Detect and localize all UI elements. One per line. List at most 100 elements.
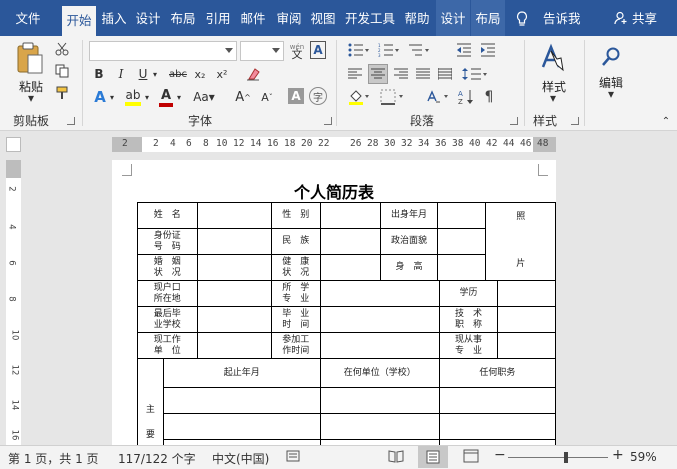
font-launcher-icon[interactable] <box>324 117 332 125</box>
cell-birth-label[interactable]: 出身年月 <box>380 202 438 229</box>
enclose-characters-icon[interactable]: 字 <box>309 87 327 105</box>
tab-file[interactable]: 文件 <box>6 0 50 36</box>
horizontal-ruler[interactable]: 2 2 4 6 8 10 12 14 16 18 20 22 26 28 30 … <box>112 137 556 152</box>
increase-indent-icon[interactable] <box>478 41 498 59</box>
cut-icon[interactable] <box>53 40 71 58</box>
sort-icon[interactable]: AZ <box>456 88 476 106</box>
cell-ethnic-label[interactable]: 民 族 <box>270 228 321 255</box>
table-cell[interactable] <box>196 306 272 333</box>
chevron-down-icon[interactable]: ▾ <box>108 88 116 106</box>
cell-health-label[interactable]: 健 康状 况 <box>270 254 321 281</box>
tab-review[interactable]: 审阅 <box>274 0 304 36</box>
character-border-icon[interactable]: A <box>310 41 326 59</box>
cell-political-label[interactable]: 政治面貌 <box>380 228 438 255</box>
line-spacing-icon[interactable] <box>460 65 490 83</box>
cell-name-label[interactable]: 姓 名 <box>137 202 198 229</box>
tab-help[interactable]: 帮助 <box>402 0 432 36</box>
character-shading-icon[interactable]: A <box>288 88 304 104</box>
table-cell[interactable] <box>196 228 272 255</box>
shading-icon[interactable] <box>346 88 372 106</box>
change-case-icon[interactable]: Aa▾ <box>192 88 216 106</box>
cell-education-label[interactable]: 学历 <box>438 280 499 307</box>
cell-period-header[interactable]: 起止年月 <box>162 358 321 388</box>
show-formatting-marks-icon[interactable]: ¶ <box>480 88 498 106</box>
cell-gradtime-label[interactable]: 毕 业时 间 <box>270 306 321 333</box>
table-cell[interactable] <box>196 280 272 307</box>
tab-developer[interactable]: 开发工具 <box>342 0 398 36</box>
table-cell[interactable] <box>319 306 440 333</box>
styles-icon[interactable] <box>538 42 568 74</box>
table-cell[interactable] <box>438 387 556 414</box>
cell-position-header[interactable]: 任何职务 <box>438 358 556 388</box>
numbering-icon[interactable]: 123 <box>376 41 402 59</box>
tab-selector[interactable] <box>6 137 21 152</box>
tab-design[interactable]: 设计 <box>134 0 162 36</box>
clipboard-launcher-icon[interactable] <box>67 117 75 125</box>
table-cell[interactable] <box>436 228 487 255</box>
bullets-icon[interactable] <box>346 41 372 59</box>
borders-icon[interactable] <box>378 88 408 106</box>
table-cell[interactable] <box>196 254 272 281</box>
cell-worktime-label[interactable]: 参加工 作时间 <box>270 332 321 359</box>
share-button[interactable]: 共享 <box>632 0 657 36</box>
italic-icon[interactable]: I <box>114 66 128 82</box>
cell-unit-header[interactable]: 在何单位（学校） <box>319 358 440 388</box>
text-effects-icon[interactable]: A <box>92 88 108 106</box>
cell-id-label[interactable]: 身份证号 码 <box>137 228 198 255</box>
chevron-down-icon[interactable]: ▾ <box>150 66 160 82</box>
align-right-icon[interactable] <box>392 65 410 83</box>
superscript-icon[interactable]: x² <box>214 66 230 82</box>
decrease-indent-icon[interactable] <box>454 41 474 59</box>
cell-side-label[interactable]: 主 要 <box>137 358 164 445</box>
table-cell[interactable] <box>319 332 440 359</box>
phonetic-guide-button[interactable]: wén 文 <box>286 39 308 63</box>
tell-me-search[interactable]: 告诉我 <box>543 0 581 36</box>
tab-table-layout[interactable]: 布局 <box>471 0 505 36</box>
bold-icon[interactable]: B <box>92 66 106 82</box>
font-color-icon[interactable]: A <box>158 86 174 108</box>
chevron-down-icon[interactable]: ▾ <box>175 88 183 106</box>
copy-icon[interactable] <box>53 62 71 80</box>
word-count[interactable]: 117/122 个字 <box>118 450 196 467</box>
tab-references[interactable]: 引用 <box>203 0 233 36</box>
table-cell[interactable] <box>436 202 487 229</box>
chevron-down-icon[interactable]: ▾ <box>549 91 557 105</box>
table-cell[interactable] <box>162 387 321 414</box>
grow-font-icon[interactable]: A ^ <box>234 88 252 106</box>
table-cell[interactable] <box>497 280 556 307</box>
paragraph-launcher-icon[interactable] <box>510 117 518 125</box>
zoom-in-button[interactable]: + <box>612 447 624 463</box>
print-layout-icon[interactable] <box>418 446 448 468</box>
highlight-color-icon[interactable]: ab <box>124 86 142 108</box>
table-cell[interactable] <box>319 202 382 229</box>
format-painter-icon[interactable] <box>53 84 71 102</box>
table-cell[interactable] <box>319 387 440 414</box>
zoom-slider-thumb[interactable] <box>564 452 568 463</box>
align-left-icon[interactable] <box>346 65 364 83</box>
justify-icon[interactable] <box>414 65 432 83</box>
macro-record-icon[interactable] <box>286 449 300 466</box>
search-icon[interactable] <box>596 42 626 72</box>
font-size-combo[interactable] <box>240 41 284 61</box>
table-cell[interactable] <box>319 280 440 307</box>
tab-mailings[interactable]: 邮件 <box>237 0 269 36</box>
clear-formatting-icon[interactable] <box>244 65 262 83</box>
web-layout-icon[interactable] <box>463 449 479 466</box>
tab-view[interactable]: 视图 <box>308 0 338 36</box>
table-cell[interactable] <box>162 413 321 440</box>
chevron-down-icon[interactable]: ▾ <box>143 88 151 106</box>
multilevel-list-icon[interactable] <box>406 41 432 59</box>
collapse-ribbon-icon[interactable]: ⌃ <box>660 116 672 127</box>
read-mode-icon[interactable] <box>388 449 404 466</box>
cell-gender-label[interactable]: 性 别 <box>270 202 321 229</box>
font-name-combo[interactable] <box>89 41 237 61</box>
zoom-out-button[interactable]: − <box>494 447 506 463</box>
table-cell[interactable] <box>319 413 440 440</box>
page-count[interactable]: 第 1 页，共 1 页 <box>8 450 99 467</box>
cell-marital-label[interactable]: 婚 姻状 况 <box>137 254 198 281</box>
cell-photo[interactable]: 照 片 <box>485 202 556 281</box>
lightbulb-icon[interactable] <box>516 0 528 36</box>
language-indicator[interactable]: 中文(中国) <box>212 450 269 467</box>
shrink-font-icon[interactable]: Aˇ <box>258 88 276 106</box>
cell-height-label[interactable]: 身 高 <box>380 254 438 281</box>
